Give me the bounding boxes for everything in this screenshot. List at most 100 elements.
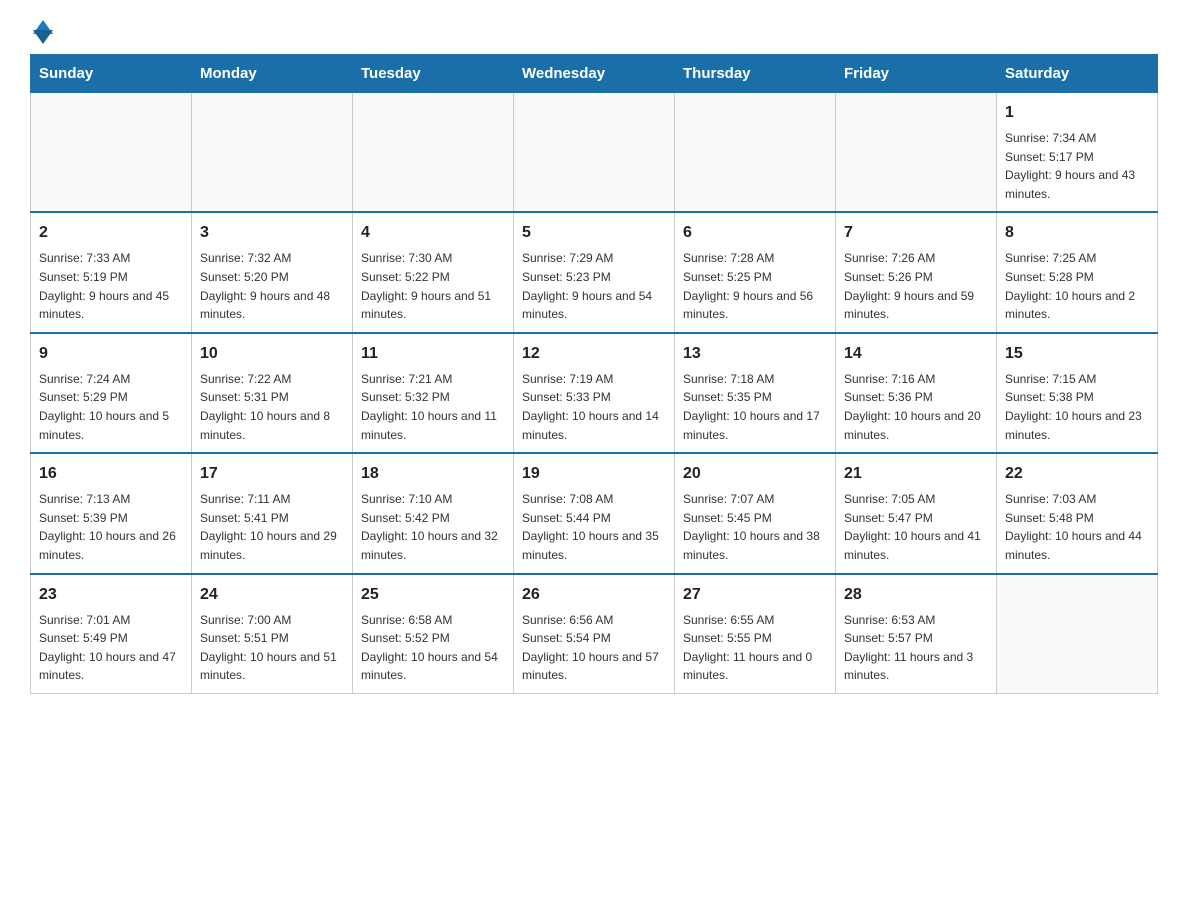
weekday-header-sunday: Sunday bbox=[31, 55, 192, 93]
calendar-table: SundayMondayTuesdayWednesdayThursdayFrid… bbox=[30, 54, 1158, 694]
calendar-cell: 15 Sunrise: 7:15 AMSunset: 5:38 PMDayligh… bbox=[997, 333, 1158, 453]
day-info: Sunrise: 7:34 AMSunset: 5:17 PMDaylight:… bbox=[1005, 129, 1149, 203]
calendar-cell: 5 Sunrise: 7:29 AMSunset: 5:23 PMDaylight… bbox=[514, 212, 675, 332]
day-number: 24 bbox=[200, 583, 344, 607]
day-number: 11 bbox=[361, 342, 505, 366]
calendar-cell: 28 Sunrise: 6:53 AMSunset: 5:57 PMDayligh… bbox=[836, 574, 997, 694]
day-info: Sunrise: 7:21 AMSunset: 5:32 PMDaylight:… bbox=[361, 370, 505, 444]
calendar-week-row: 2Sunrise: 7:33 AMSunset: 5:19 PMDaylight… bbox=[31, 212, 1158, 332]
calendar-cell: 13Sunrise: 7:18 AMSunset: 5:35 PMDayligh… bbox=[675, 333, 836, 453]
calendar-cell bbox=[514, 93, 675, 213]
day-info: Sunrise: 7:19 AMSunset: 5:33 PMDaylight:… bbox=[522, 370, 666, 444]
calendar-cell bbox=[997, 574, 1158, 694]
calendar-cell: 16 Sunrise: 7:13 AMSunset: 5:39 PMDayligh… bbox=[31, 453, 192, 573]
day-info: Sunrise: 7:05 AMSunset: 5:47 PMDaylight:… bbox=[844, 490, 988, 564]
calendar-cell: 23 Sunrise: 7:01 AMSunset: 5:49 PMDayligh… bbox=[31, 574, 192, 694]
weekday-header-thursday: Thursday bbox=[675, 55, 836, 93]
day-info: Sunrise: 7:15 AMSunset: 5:38 PMDaylight:… bbox=[1005, 370, 1149, 444]
weekday-header-monday: Monday bbox=[192, 55, 353, 93]
day-number: 12 bbox=[522, 342, 666, 366]
calendar-cell: 25 Sunrise: 6:58 AMSunset: 5:52 PMDayligh… bbox=[353, 574, 514, 694]
day-number: 6 bbox=[683, 221, 827, 245]
day-info: Sunrise: 7:24 AMSunset: 5:29 PMDaylight:… bbox=[39, 370, 183, 444]
day-info: Sunrise: 7:29 AMSunset: 5:23 PMDaylight:… bbox=[522, 249, 666, 323]
calendar-cell: 6 Sunrise: 7:28 AMSunset: 5:25 PMDaylight… bbox=[675, 212, 836, 332]
day-info: Sunrise: 7:00 AMSunset: 5:51 PMDaylight:… bbox=[200, 611, 344, 685]
day-number: 26 bbox=[522, 583, 666, 607]
day-number: 18 bbox=[361, 462, 505, 486]
calendar-cell: 8 Sunrise: 7:25 AMSunset: 5:28 PMDaylight… bbox=[997, 212, 1158, 332]
calendar-cell: 27Sunrise: 6:55 AMSunset: 5:55 PMDayligh… bbox=[675, 574, 836, 694]
day-info: Sunrise: 6:58 AMSunset: 5:52 PMDaylight:… bbox=[361, 611, 505, 685]
calendar-cell: 2Sunrise: 7:33 AMSunset: 5:19 PMDaylight… bbox=[31, 212, 192, 332]
day-info: Sunrise: 6:56 AMSunset: 5:54 PMDaylight:… bbox=[522, 611, 666, 685]
day-number: 9 bbox=[39, 342, 183, 366]
calendar-cell bbox=[192, 93, 353, 213]
calendar-cell: 4 Sunrise: 7:30 AMSunset: 5:22 PMDaylight… bbox=[353, 212, 514, 332]
calendar-cell: 17 Sunrise: 7:11 AMSunset: 5:41 PMDayligh… bbox=[192, 453, 353, 573]
calendar-cell: 21 Sunrise: 7:05 AMSunset: 5:47 PMDayligh… bbox=[836, 453, 997, 573]
day-info: Sunrise: 7:11 AMSunset: 5:41 PMDaylight:… bbox=[200, 490, 344, 564]
calendar-cell: 22 Sunrise: 7:03 AMSunset: 5:48 PMDayligh… bbox=[997, 453, 1158, 573]
day-number: 28 bbox=[844, 583, 988, 607]
calendar-cell bbox=[675, 93, 836, 213]
day-info: Sunrise: 7:01 AMSunset: 5:49 PMDaylight:… bbox=[39, 611, 183, 685]
day-number: 1 bbox=[1005, 101, 1149, 125]
day-number: 25 bbox=[361, 583, 505, 607]
day-number: 4 bbox=[361, 221, 505, 245]
calendar-week-row: 23 Sunrise: 7:01 AMSunset: 5:49 PMDayligh… bbox=[31, 574, 1158, 694]
day-number: 8 bbox=[1005, 221, 1149, 245]
day-number: 22 bbox=[1005, 462, 1149, 486]
day-number: 23 bbox=[39, 583, 183, 607]
calendar-cell: 11 Sunrise: 7:21 AMSunset: 5:32 PMDayligh… bbox=[353, 333, 514, 453]
calendar-cell: 18 Sunrise: 7:10 AMSunset: 5:42 PMDayligh… bbox=[353, 453, 514, 573]
day-info: Sunrise: 6:55 AMSunset: 5:55 PMDaylight:… bbox=[683, 611, 827, 685]
weekday-header-tuesday: Tuesday bbox=[353, 55, 514, 93]
calendar-cell: 3Sunrise: 7:32 AMSunset: 5:20 PMDaylight… bbox=[192, 212, 353, 332]
day-number: 19 bbox=[522, 462, 666, 486]
calendar-cell: 19 Sunrise: 7:08 AMSunset: 5:44 PMDayligh… bbox=[514, 453, 675, 573]
weekday-header-friday: Friday bbox=[836, 55, 997, 93]
calendar-cell: 20 Sunrise: 7:07 AMSunset: 5:45 PMDayligh… bbox=[675, 453, 836, 573]
day-number: 5 bbox=[522, 221, 666, 245]
day-info: Sunrise: 7:25 AMSunset: 5:28 PMDaylight:… bbox=[1005, 249, 1149, 323]
day-number: 17 bbox=[200, 462, 344, 486]
calendar-week-row: 1 Sunrise: 7:34 AMSunset: 5:17 PMDaylight… bbox=[31, 93, 1158, 213]
calendar-week-row: 16 Sunrise: 7:13 AMSunset: 5:39 PMDayligh… bbox=[31, 453, 1158, 573]
day-number: 3 bbox=[200, 221, 344, 245]
page-header bbox=[30, 20, 1158, 44]
calendar-cell: 12 Sunrise: 7:19 AMSunset: 5:33 PMDayligh… bbox=[514, 333, 675, 453]
day-info: Sunrise: 7:28 AMSunset: 5:25 PMDaylight:… bbox=[683, 249, 827, 323]
calendar-cell: 7Sunrise: 7:26 AMSunset: 5:26 PMDaylight… bbox=[836, 212, 997, 332]
calendar-cell bbox=[836, 93, 997, 213]
day-info: Sunrise: 7:26 AMSunset: 5:26 PMDaylight:… bbox=[844, 249, 988, 323]
day-number: 15 bbox=[1005, 342, 1149, 366]
day-info: Sunrise: 7:10 AMSunset: 5:42 PMDaylight:… bbox=[361, 490, 505, 564]
logo bbox=[30, 20, 53, 44]
calendar-cell: 9 Sunrise: 7:24 AMSunset: 5:29 PMDaylight… bbox=[31, 333, 192, 453]
calendar-cell: 26 Sunrise: 6:56 AMSunset: 5:54 PMDayligh… bbox=[514, 574, 675, 694]
day-info: Sunrise: 7:22 AMSunset: 5:31 PMDaylight:… bbox=[200, 370, 344, 444]
calendar-cell bbox=[353, 93, 514, 213]
calendar-cell: 24 Sunrise: 7:00 AMSunset: 5:51 PMDayligh… bbox=[192, 574, 353, 694]
day-number: 21 bbox=[844, 462, 988, 486]
day-number: 13 bbox=[683, 342, 827, 366]
day-number: 20 bbox=[683, 462, 827, 486]
day-number: 10 bbox=[200, 342, 344, 366]
weekday-header-wednesday: Wednesday bbox=[514, 55, 675, 93]
day-info: Sunrise: 6:53 AMSunset: 5:57 PMDaylight:… bbox=[844, 611, 988, 685]
calendar-week-row: 9 Sunrise: 7:24 AMSunset: 5:29 PMDaylight… bbox=[31, 333, 1158, 453]
day-number: 14 bbox=[844, 342, 988, 366]
day-info: Sunrise: 7:07 AMSunset: 5:45 PMDaylight:… bbox=[683, 490, 827, 564]
day-info: Sunrise: 7:08 AMSunset: 5:44 PMDaylight:… bbox=[522, 490, 666, 564]
calendar-cell bbox=[31, 93, 192, 213]
day-info: Sunrise: 7:16 AMSunset: 5:36 PMDaylight:… bbox=[844, 370, 988, 444]
day-info: Sunrise: 7:03 AMSunset: 5:48 PMDaylight:… bbox=[1005, 490, 1149, 564]
day-info: Sunrise: 7:13 AMSunset: 5:39 PMDaylight:… bbox=[39, 490, 183, 564]
calendar-cell: 1 Sunrise: 7:34 AMSunset: 5:17 PMDaylight… bbox=[997, 93, 1158, 213]
calendar-cell: 14 Sunrise: 7:16 AMSunset: 5:36 PMDayligh… bbox=[836, 333, 997, 453]
day-number: 2 bbox=[39, 221, 183, 245]
day-number: 16 bbox=[39, 462, 183, 486]
day-info: Sunrise: 7:30 AMSunset: 5:22 PMDaylight:… bbox=[361, 249, 505, 323]
weekday-header-row: SundayMondayTuesdayWednesdayThursdayFrid… bbox=[31, 55, 1158, 93]
